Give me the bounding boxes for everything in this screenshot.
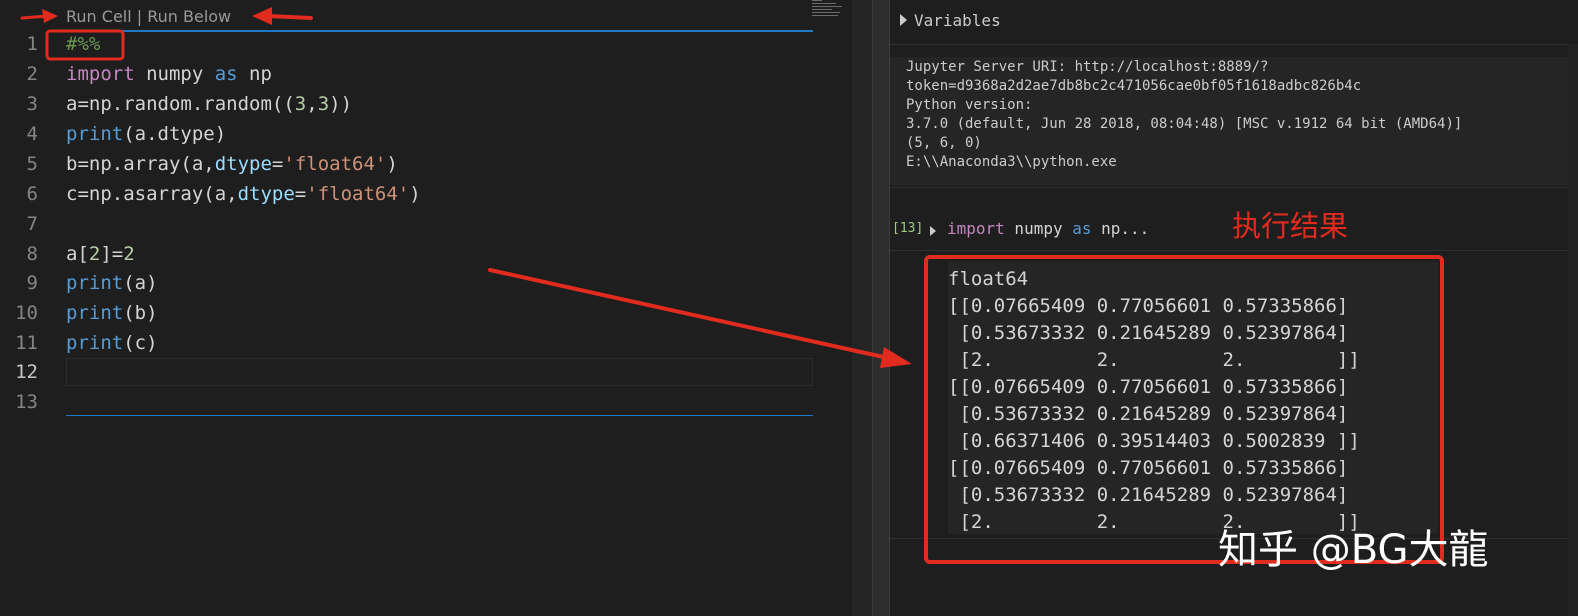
codelens-separator: |	[131, 7, 148, 26]
string-literal: 'float64'	[283, 153, 387, 175]
expand-cell-icon[interactable]	[930, 226, 936, 236]
code-text: (a)	[123, 272, 158, 294]
line-number: 5	[26, 153, 38, 175]
code-text: (b)	[123, 302, 158, 324]
info-line: E:\\Anaconda3\\python.exe	[906, 154, 1117, 170]
code-line-11[interactable]: print(c)	[66, 328, 158, 358]
output-line: float64	[948, 268, 1029, 290]
keyword-as: as	[1072, 219, 1092, 238]
current-line-highlight	[66, 358, 813, 386]
code-text: a[	[66, 243, 89, 265]
run-cell-link[interactable]: Run Cell	[66, 7, 132, 26]
number-literal: 2	[123, 243, 135, 265]
codelens-bar: Run Cell | Run Below	[66, 7, 231, 26]
line-number: 11	[15, 332, 38, 354]
code-text: c=np.asarray(a,	[66, 183, 238, 205]
output-line: [[0.07665409 0.77056601 0.57335866]	[948, 457, 1349, 479]
number-literal: 3	[294, 93, 307, 115]
code-text: ]=	[100, 243, 124, 265]
output-line: [2. 2. 2. ]]	[948, 349, 1360, 371]
interactive-scrollbar[interactable]	[1568, 44, 1578, 616]
code-text: (c)	[123, 332, 158, 354]
annotation-label: 执行结果	[1232, 209, 1349, 243]
pane-splitter[interactable]	[872, 0, 890, 616]
variables-label: Variables	[914, 11, 1001, 30]
number-literal: 2	[88, 243, 101, 265]
output-line: [0.53673332 0.21645289 0.52397864]	[948, 484, 1349, 506]
cell-separator	[890, 187, 1578, 188]
output-line: [[0.07665409 0.77056601 0.57335866]	[948, 376, 1349, 398]
number-literal: 3	[317, 93, 330, 115]
chevron-right-icon	[900, 14, 907, 26]
keyword-as: as	[214, 63, 238, 85]
executed-cell-input[interactable]: import numpy as np...	[947, 219, 1149, 238]
cell-marker-comment: #%%	[66, 33, 101, 55]
code-text: ,	[306, 93, 318, 115]
execution-count: [13]	[892, 221, 924, 236]
output-line: [0.53673332 0.21645289 0.52397864]	[948, 322, 1349, 344]
code-line-5[interactable]: b=np.array(a,dtype='float64')	[66, 149, 398, 179]
output-line: [0.66371406 0.39514403 0.5002839 ]]	[948, 430, 1360, 452]
info-line: 3.7.0 (default, Jun 28 2018, 08:04:48) […	[906, 116, 1463, 132]
code-text: =	[271, 153, 284, 175]
line-number: 7	[26, 213, 38, 235]
code-text: b=np.array(a,	[66, 153, 215, 175]
code-line-3[interactable]: a=np.random.random((3,3))	[66, 89, 352, 119]
cell-divider-bottom	[66, 415, 813, 416]
string-literal: 'float64'	[306, 183, 410, 205]
module-name: numpy	[1004, 219, 1073, 238]
minimap[interactable]	[812, 0, 852, 18]
line-number-active: 12	[15, 361, 38, 383]
code-text: =	[294, 183, 307, 205]
code-text: np...	[1091, 219, 1150, 238]
builtin-print: print	[66, 332, 124, 354]
parameter-name: dtype	[214, 153, 272, 175]
info-line: Jupyter Server URI: http://localhost:888…	[906, 59, 1269, 75]
info-line: token=d9368a2d2ae7db8bc2c471056cae0bf05f…	[906, 78, 1362, 94]
output-line: [[0.07665409 0.77056601 0.57335866]	[948, 295, 1349, 317]
line-number: 10	[15, 302, 38, 324]
code-text: a=np.random.random((	[66, 93, 295, 115]
code-line-9[interactable]: print(a)	[66, 268, 158, 298]
editor-scrollbar[interactable]	[852, 0, 872, 616]
code-line-4[interactable]: print(a.dtype)	[66, 119, 226, 149]
cell-separator	[890, 250, 1578, 251]
cell-divider-top	[66, 30, 813, 32]
line-number: 1	[26, 33, 38, 55]
keyword-import: import	[947, 219, 1005, 238]
variables-toggle[interactable]: Variables	[890, 0, 1578, 45]
code-editor[interactable]: Run Cell | Run Below 1 2 3 4 5 6 7 8 9 1…	[0, 0, 872, 616]
line-number: 3	[26, 93, 38, 115]
builtin-print: print	[66, 272, 124, 294]
line-number: 2	[26, 63, 38, 85]
module-name: numpy	[134, 63, 215, 85]
parameter-name: dtype	[237, 183, 295, 205]
code-text: ))	[329, 93, 353, 115]
cell-output: float64 [[0.07665409 0.77056601 0.573358…	[948, 262, 1438, 534]
code-text: (a.dtype)	[123, 123, 227, 145]
code-line-2[interactable]: import numpy as np	[66, 59, 272, 89]
code-line-8[interactable]: a[2]=2	[66, 239, 135, 269]
jupyter-info-block: Jupyter Server URI: http://localhost:888…	[890, 57, 1568, 185]
builtin-print: print	[66, 123, 124, 145]
code-line-6[interactable]: c=np.asarray(a,dtype='float64')	[66, 179, 421, 209]
line-number: 9	[26, 272, 38, 294]
code-text: )	[386, 153, 398, 175]
line-number: 13	[15, 391, 38, 413]
code-line-10[interactable]: print(b)	[66, 298, 158, 328]
line-number: 8	[26, 243, 38, 265]
code-text: )	[409, 183, 421, 205]
keyword-import: import	[66, 63, 135, 85]
output-line: [0.53673332 0.21645289 0.52397864]	[948, 403, 1349, 425]
module-alias: np	[237, 63, 272, 85]
run-below-link[interactable]: Run Below	[147, 7, 231, 26]
watermark: 知乎 @BG大龍	[1218, 527, 1489, 573]
builtin-print: print	[66, 302, 124, 324]
code-line-1[interactable]: #%%	[66, 29, 100, 59]
info-line: (5, 6, 0)	[906, 135, 982, 151]
line-number: 6	[26, 183, 38, 205]
info-line: Python version:	[906, 97, 1033, 113]
line-number: 4	[26, 123, 38, 145]
